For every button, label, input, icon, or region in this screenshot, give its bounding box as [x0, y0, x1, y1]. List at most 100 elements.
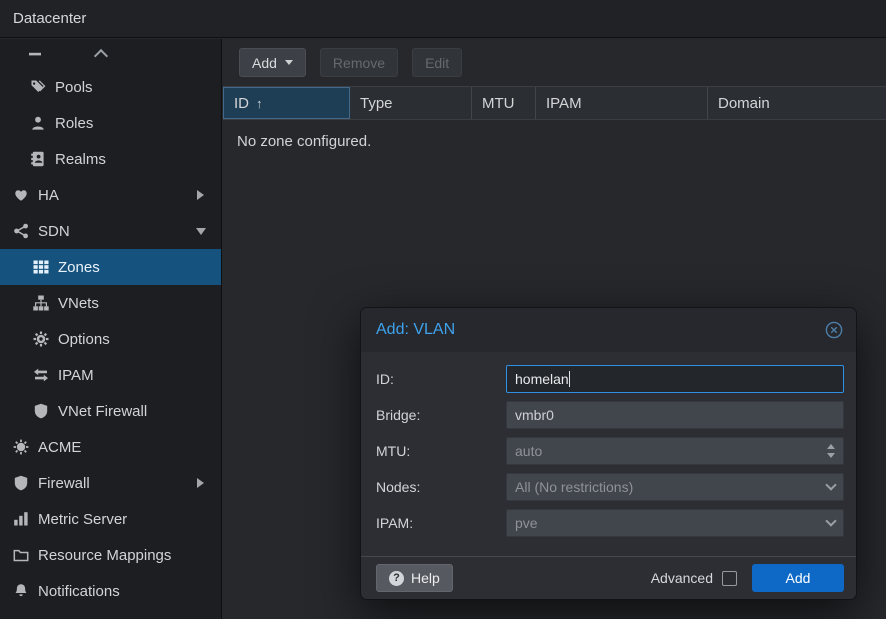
address-book-icon: [29, 151, 46, 168]
sidebar-item-label: Resource Mappings: [38, 547, 171, 564]
mtu-spinner[interactable]: auto: [506, 437, 844, 465]
column-label: MTU: [482, 95, 515, 112]
sidebar-item-sdn[interactable]: SDN: [0, 213, 221, 249]
close-icon[interactable]: [825, 321, 843, 339]
spinner-arrows-icon: [827, 444, 835, 458]
sidebar-item-acme[interactable]: ACME: [0, 429, 221, 465]
chevron-up-icon[interactable]: [94, 49, 108, 63]
sidebar-item-label: VNet Firewall: [58, 403, 147, 420]
add-button-label: Add: [252, 55, 277, 71]
sidebar-item-resource-mappings[interactable]: Resource Mappings: [0, 537, 221, 573]
sidebar-item-label: SDN: [38, 223, 70, 240]
form-row-nodes: Nodes: All (No restrictions): [376, 473, 844, 501]
sidebar-item-label: Pools: [55, 79, 93, 96]
network-icon: [12, 223, 29, 240]
sidebar-item-realms[interactable]: Realms: [0, 141, 221, 177]
add-button[interactable]: Add: [239, 48, 306, 77]
chevron-down-icon: [285, 60, 293, 65]
sidebar-item-notifications[interactable]: Notifications: [0, 573, 221, 609]
sidebar-item-label: ACME: [38, 439, 81, 456]
ipam-field-label: IPAM:: [376, 515, 506, 531]
sidebar-item-metric-server[interactable]: Metric Server: [0, 501, 221, 537]
column-header-id[interactable]: ID ↑: [223, 87, 350, 119]
sidebar-item-partial[interactable]: [0, 39, 221, 69]
sitemap-icon: [32, 295, 49, 312]
gear-icon: [32, 331, 49, 348]
ipam-select[interactable]: pve: [506, 509, 844, 537]
dialog-footer: ? Help Advanced Add: [361, 556, 856, 599]
shield-icon: [32, 403, 49, 420]
bar-chart-icon: [12, 511, 29, 528]
folder-icon: [12, 547, 29, 564]
column-header-type[interactable]: Type: [350, 87, 472, 119]
dash-icon: [26, 46, 43, 63]
heartbeat-icon: [12, 187, 29, 204]
user-icon: [29, 115, 46, 132]
sort-asc-icon: ↑: [256, 96, 263, 111]
sidebar-item-label: Zones: [58, 259, 100, 276]
edit-button-label: Edit: [425, 55, 449, 71]
sidebar-item-firewall[interactable]: Firewall: [0, 465, 221, 501]
help-button[interactable]: ? Help: [376, 564, 453, 592]
sidebar-item-label: Realms: [55, 151, 106, 168]
column-label: Type: [360, 95, 393, 112]
remove-button[interactable]: Remove: [320, 48, 398, 77]
form-row-id: ID:: [376, 365, 844, 393]
exchange-icon: [32, 367, 49, 384]
nodes-select[interactable]: All (No restrictions): [506, 473, 844, 501]
chevron-right-icon[interactable]: [197, 190, 204, 200]
sidebar-item-zones[interactable]: Zones: [0, 249, 221, 285]
chevron-down-icon[interactable]: [196, 228, 206, 235]
shield-icon: [12, 475, 29, 492]
remove-button-label: Remove: [333, 55, 385, 71]
sidebar-item-label: Notifications: [38, 583, 120, 600]
column-header-domain[interactable]: Domain: [708, 87, 886, 119]
sidebar-item-ipam[interactable]: IPAM: [0, 357, 221, 393]
empty-table-message: No zone configured.: [237, 133, 886, 150]
dialog-body: ID: Bridge: MTU: auto Nodes: All (No res…: [361, 352, 856, 537]
sidebar: Pools Roles Realms HA SDN Zones: [0, 39, 222, 619]
column-label: Domain: [718, 95, 770, 112]
advanced-checkbox[interactable]: [722, 571, 737, 586]
column-header-ipam[interactable]: IPAM: [536, 87, 708, 119]
add-vlan-dialog: Add: VLAN ID: Bridge: MTU: auto: [360, 307, 857, 600]
bridge-field-label: Bridge:: [376, 407, 506, 423]
chevron-right-icon[interactable]: [197, 478, 204, 488]
zones-table-header: ID ↑ Type MTU IPAM Domain: [223, 86, 886, 120]
mtu-field-label: MTU:: [376, 443, 506, 459]
sidebar-item-label: Metric Server: [38, 511, 127, 528]
bridge-input[interactable]: [506, 401, 844, 429]
sidebar-item-label: Options: [58, 331, 110, 348]
sidebar-item-options[interactable]: Options: [0, 321, 221, 357]
sidebar-item-vnets[interactable]: VNets: [0, 285, 221, 321]
advanced-label: Advanced: [651, 570, 713, 586]
top-bar: Datacenter: [0, 0, 886, 38]
sidebar-item-ha[interactable]: HA: [0, 177, 221, 213]
sidebar-item-pools[interactable]: Pools: [0, 69, 221, 105]
chevron-down-icon: [825, 515, 836, 526]
sidebar-item-label: Roles: [55, 115, 93, 132]
form-row-ipam: IPAM: pve: [376, 509, 844, 537]
id-input[interactable]: [506, 365, 844, 393]
sidebar-item-label: HA: [38, 187, 59, 204]
edit-button[interactable]: Edit: [412, 48, 462, 77]
dialog-title: Add: VLAN: [376, 321, 455, 339]
dialog-header: Add: VLAN: [361, 308, 856, 352]
bell-icon: [12, 583, 29, 600]
submit-add-button[interactable]: Add: [752, 564, 844, 592]
sidebar-item-vnet-firewall[interactable]: VNet Firewall: [0, 393, 221, 429]
help-button-label: Help: [411, 570, 440, 586]
column-header-mtu[interactable]: MTU: [472, 87, 536, 119]
sidebar-item-label: VNets: [58, 295, 99, 312]
zones-toolbar: Add Remove Edit: [223, 39, 886, 77]
sidebar-item-roles[interactable]: Roles: [0, 105, 221, 141]
text-cursor: [569, 371, 570, 387]
nodes-value: All (No restrictions): [515, 479, 633, 495]
question-icon: ?: [389, 571, 404, 586]
grid-icon: [32, 259, 49, 276]
sidebar-item-label: IPAM: [58, 367, 94, 384]
chevron-down-icon: [825, 479, 836, 490]
form-row-bridge: Bridge:: [376, 401, 844, 429]
page-title: Datacenter: [13, 10, 86, 27]
tags-icon: [29, 79, 46, 96]
